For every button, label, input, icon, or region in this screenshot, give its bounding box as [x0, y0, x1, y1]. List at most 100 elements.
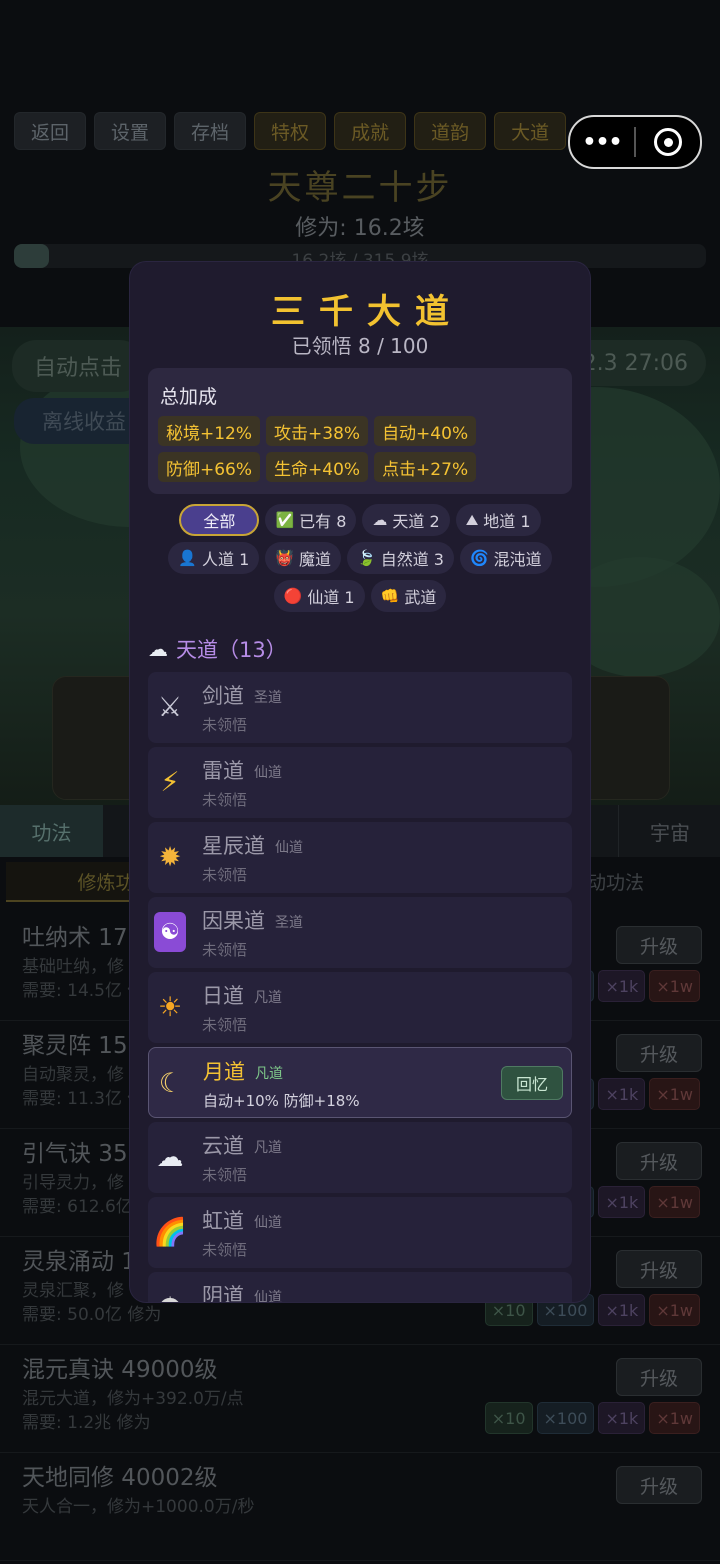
dao-item[interactable]: ☾ 月道 凡道 自动+10% 防御+18% 回忆 — [148, 1047, 572, 1118]
filter-label: 魔道 — [298, 550, 331, 569]
multiplier-button[interactable]: ×100 — [536, 1402, 595, 1434]
upgrade-button[interactable]: 升级 — [616, 926, 702, 964]
dao-item[interactable]: ☂ 阴道仙道 — [148, 1272, 572, 1302]
filter-chip[interactable]: ⛰ 地道 1 — [455, 504, 541, 536]
nav-button[interactable]: 道韵 — [414, 112, 487, 150]
filter-chip[interactable]: 全部 — [179, 504, 260, 536]
multiplier-button[interactable]: ×1k — [598, 1186, 646, 1218]
dao-state: 未领悟 — [202, 1241, 248, 1259]
dao-name: 月道 — [203, 1060, 245, 1084]
yin-yang-icon: ☯ — [154, 912, 186, 952]
dao-item[interactable]: 🌈 虹道 仙道 未领悟 — [148, 1197, 572, 1268]
auto-click-button[interactable]: 自动点击 — [12, 340, 145, 392]
nav-button[interactable]: 返回 — [14, 112, 87, 150]
filter-icon: 👊 — [380, 587, 400, 605]
dao-name: 因果道 — [202, 909, 265, 933]
nav-button[interactable]: 特权 — [254, 112, 327, 150]
dao-item[interactable]: ⚡ 雷道 仙道 未领悟 — [148, 747, 572, 818]
multiplier-button[interactable]: ×10 — [484, 1402, 533, 1434]
nav-button[interactable]: 大道 — [494, 112, 567, 150]
skill-name: 天地同修 40002级 — [22, 1465, 218, 1491]
dao-item[interactable]: ☁ 云道 凡道 未领悟 — [148, 1122, 572, 1193]
upgrade-button[interactable]: 升级 — [616, 1358, 702, 1396]
filter-chip[interactable]: 🔴 仙道 1 — [273, 580, 365, 612]
bonus-chip: 秘境+12% — [158, 416, 261, 446]
record-circle-icon — [654, 128, 682, 156]
dao-name: 日道 — [202, 984, 244, 1008]
filter-chip[interactable]: 👹 魔道 — [265, 542, 341, 574]
multiplier-button[interactable]: ×1k — [598, 1294, 646, 1326]
filter-icon: 👤 — [178, 549, 198, 567]
modal-title: 三千大道 — [271, 292, 463, 332]
filter-chip[interactable]: 👤 人道 1 — [168, 542, 260, 574]
rain-icon: ☂ — [154, 1287, 186, 1303]
section-header: ☁ 天道（13） — [148, 634, 287, 664]
dao-name: 云道 — [202, 1134, 244, 1158]
filter-label: 人道 1 — [202, 550, 250, 569]
filter-chip[interactable]: 👊 武道 — [370, 580, 447, 612]
glowing-star-icon: ✹ — [158, 841, 182, 873]
dao-tier: 凡道 — [254, 990, 282, 1006]
multiplier-button[interactable]: ×1w — [649, 1078, 700, 1110]
filter-label: 武道 — [404, 588, 437, 607]
tab-gongfa[interactable]: 功法 — [0, 805, 103, 857]
dao-name: 星辰道 — [202, 834, 265, 858]
stage-title: 天尊二十步 — [267, 168, 453, 208]
filter-label: 已有 8 — [299, 512, 347, 531]
dao-item[interactable]: ☯ 因果道 圣道 未领悟 — [148, 897, 572, 968]
skill-desc: 混元大道，修为+392.0万/点 — [22, 1389, 244, 1409]
filter-label: 天道 2 — [392, 512, 440, 531]
multiplier-button[interactable]: ×1k — [598, 1078, 646, 1110]
nav-button[interactable]: 存档 — [174, 112, 247, 150]
skill-row: 天地同修 40002级 天人合一，修为+1000.0万/秒 升级 — [0, 1452, 720, 1561]
multiplier-button[interactable]: ×1w — [649, 1186, 700, 1218]
multiplier-button[interactable]: ×1k — [598, 1402, 646, 1434]
dao-item[interactable]: ☀ 日道 凡道 未领悟 — [148, 972, 572, 1043]
nav-button[interactable]: 成就 — [334, 112, 407, 150]
dao-item[interactable]: ✹ 星辰道 仙道 未领悟 — [148, 822, 572, 893]
filter-row: 全部 ✅ 已有 8 ☁ 天道 2 ⛰ 地道 1 — [179, 504, 541, 536]
more-menu-icon[interactable]: ••• — [570, 130, 634, 155]
dao-name: 雷道 — [202, 759, 244, 783]
multiplier-button[interactable]: ×1w — [649, 970, 700, 1002]
upgrade-button[interactable]: 升级 — [616, 1466, 702, 1504]
skill-name: 引气诀 350 — [22, 1141, 143, 1167]
dao-tier: 圣道 — [275, 915, 303, 931]
multiplier-button[interactable]: ×1w — [649, 1294, 700, 1326]
skill-cost: 需要: 11.3亿 修 — [22, 1089, 145, 1109]
top-nav: 返回 设置 存档 特权 成就 道韵 大道 — [14, 112, 567, 150]
dao-list: ⚔ 剑道 圣道 未领悟 ⚡ 雷道 仙道 未领悟 ✹ 星辰道 仙道 未领悟 ☯ 因果道 圣道 未领悟 ☀ 日道 凡道未… — [148, 672, 572, 1302]
dao-name: 剑道 — [202, 684, 244, 708]
skill-name: 混元真诀 49000级 — [22, 1357, 218, 1383]
skill-desc: 基础吐纳，修 — [22, 957, 124, 977]
dao-item[interactable]: ⚔ 剑道 圣道 未领悟 — [148, 672, 572, 743]
cloud-icon: ☁ — [148, 637, 168, 661]
bonus-chip: 攻击+38% — [266, 416, 369, 446]
dao-tier: 仙道 — [254, 1215, 282, 1231]
upgrade-button[interactable]: 升级 — [616, 1250, 702, 1288]
nav-button[interactable]: 设置 — [94, 112, 167, 150]
filter-chip[interactable]: 🌀 混沌道 — [459, 542, 552, 574]
filter-chip[interactable]: ✅ 已有 8 — [265, 504, 357, 536]
subtab-auto[interactable]: 动功法 — [587, 862, 644, 900]
filter-icon: 👹 — [275, 549, 294, 567]
total-bonus-panel: 总加成 秘境+12% 攻击+38% 自动+40% 防御+66% 生命+40% 点击+27% — [148, 368, 572, 494]
bonus-title: 总加成 — [160, 386, 218, 408]
recall-button[interactable]: 回忆 — [501, 1066, 563, 1100]
upgrade-button[interactable]: 升级 — [616, 1142, 702, 1180]
filter-chip[interactable]: 🍃 自然道 3 — [347, 542, 454, 574]
filter-chip[interactable]: ☁ 天道 2 — [362, 504, 450, 536]
filter-label: 自然道 3 — [380, 550, 444, 569]
section-title: 天道（13） — [176, 638, 287, 662]
dao-tier: 仙道 — [254, 765, 282, 781]
filter-chips: 全部 ✅ 已有 8 ☁ 天道 2 ⛰ 地道 1 👤 人道 1 👹 魔道 🍃 自然道 3 🌀 混沌道 🔴 仙道 1… — [130, 504, 590, 612]
upgrade-button[interactable]: 升级 — [616, 1034, 702, 1072]
sun-icon: ☀ — [157, 991, 183, 1023]
filter-icon: ⛰ — [465, 511, 479, 529]
crossed-swords-icon: ⚔ — [157, 691, 183, 723]
close-mini-program-button[interactable] — [636, 128, 700, 156]
tab-universe[interactable]: 宇宙 — [618, 805, 720, 857]
multiplier-button[interactable]: ×1k — [598, 970, 646, 1002]
multiplier-button[interactable]: ×1w — [649, 1402, 700, 1434]
skill-name: 灵泉涌动 1 — [22, 1249, 136, 1275]
